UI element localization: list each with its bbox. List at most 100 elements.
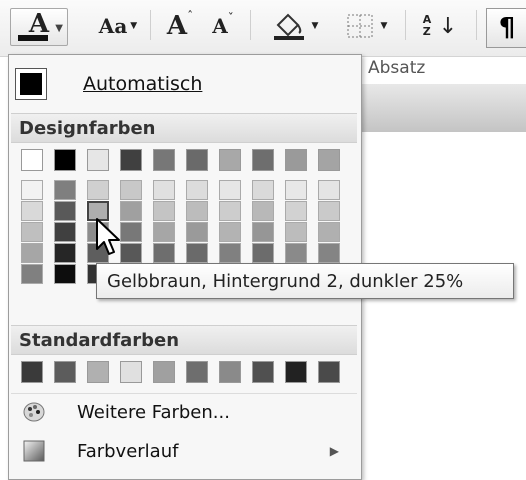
shade-swatch[interactable] [318,180,340,200]
theme-color-swatch[interactable] [285,149,307,171]
shade-swatch[interactable] [285,243,307,263]
border-button[interactable]: ▼ [336,8,396,44]
chevron-down-icon: ▼ [380,21,388,31]
grow-caret-icon: ˆ [187,9,194,23]
standard-color-swatch[interactable] [219,361,241,383]
standard-color-swatch[interactable] [186,361,208,383]
shade-swatch[interactable] [186,180,208,200]
shade-swatch[interactable] [219,222,241,242]
shade-swatch[interactable] [153,180,175,200]
show-formatting-button[interactable]: ¶ [486,8,526,48]
shade-swatch[interactable] [285,222,307,242]
standard-color-swatch[interactable] [153,361,175,383]
sort-arrow-icon: ↓ [438,13,458,39]
theme-colors-header: Designfarben [11,113,357,143]
shade-swatch[interactable] [21,264,43,284]
shade-swatch[interactable] [54,222,76,242]
pilcrow-icon: ¶ [498,13,516,43]
mouse-cursor-icon [96,218,120,255]
separator [150,10,151,40]
sort-button[interactable]: A Z ↓ [414,8,466,44]
ruler-band [360,84,526,132]
standard-color-swatch[interactable] [21,361,43,383]
shade-swatch[interactable] [219,243,241,263]
theme-color-swatch[interactable] [54,149,76,171]
separator [476,10,477,40]
shade-swatch[interactable] [54,243,76,263]
more-colors-label: Weitere Farben... [77,401,230,423]
automatic-swatch [15,68,47,100]
shade-swatch[interactable] [318,222,340,242]
separator [405,10,406,40]
shade-swatch[interactable] [219,201,241,221]
shade-swatch[interactable] [252,180,274,200]
theme-color-swatch[interactable] [87,149,109,171]
shrink-font-label: A [212,14,228,38]
shade-swatch[interactable] [153,222,175,242]
shade-swatch[interactable] [120,222,142,242]
separator [250,10,251,40]
shade-swatch[interactable] [21,201,43,221]
shade-swatch[interactable] [54,180,76,200]
grow-font-button[interactable]: A ˆ [162,8,198,44]
shade-swatch[interactable] [252,201,274,221]
shade-swatch[interactable] [54,264,76,284]
theme-color-swatch[interactable] [252,149,274,171]
theme-color-swatch[interactable] [219,149,241,171]
standard-color-swatch[interactable] [87,361,109,383]
shrink-font-button[interactable]: A ˇ [206,8,240,44]
shading-button[interactable]: ▼ [260,8,330,44]
tooltip-text: Gelbbraun, Hintergrund 2, dunkler 25% [107,270,464,292]
shade-swatch[interactable] [186,201,208,221]
shade-swatch[interactable] [285,180,307,200]
shade-swatch[interactable] [54,201,76,221]
shade-swatch[interactable] [186,222,208,242]
sort-label: A Z [422,13,432,38]
theme-color-swatch[interactable] [153,149,175,171]
shade-swatch[interactable] [120,180,142,200]
dropdown-arrow-icon[interactable]: ▼ [55,23,63,34]
shade-swatch[interactable] [21,222,43,242]
theme-color-swatch[interactable] [318,149,340,171]
more-colors-item[interactable]: Weitere Farben... [11,393,357,430]
standard-color-swatch[interactable] [252,361,274,383]
shade-swatch[interactable] [219,180,241,200]
standard-color-swatch[interactable] [318,361,340,383]
gradient-label: Farbverlauf [77,440,179,462]
standard-color-swatch[interactable] [120,361,142,383]
shrink-caret-icon: ˇ [227,11,234,25]
theme-colors-row [21,149,351,171]
automatic-label: Automatisch [83,73,202,95]
standard-color-swatch[interactable] [285,361,307,383]
paint-bucket-icon [273,13,304,40]
theme-color-swatch[interactable] [21,149,43,171]
shade-swatch[interactable] [252,222,274,242]
shade-swatch[interactable] [318,243,340,263]
shade-swatch[interactable] [87,180,109,200]
gradient-item[interactable]: Farbverlauf ▶ [11,433,357,469]
shade-swatch[interactable] [318,201,340,221]
shade-swatch[interactable] [186,243,208,263]
automatic-label-text: Automatisch [83,73,203,95]
shade-swatch[interactable] [285,201,307,221]
automatic-swatch-fill [20,73,42,95]
shade-swatch[interactable] [153,201,175,221]
shade-swatch[interactable] [153,243,175,263]
change-case-button[interactable]: Aa ▼ [92,8,144,44]
change-case-label: Aa [98,14,128,38]
shade-swatch[interactable] [21,243,43,263]
standard-colors-row [21,361,351,383]
shade-swatch[interactable] [120,243,142,263]
theme-color-swatch[interactable] [186,149,208,171]
font-color-button[interactable]: A ▼ [10,8,68,46]
automatic-color-item[interactable]: Automatisch [15,65,355,103]
color-tooltip: Gelbbraun, Hintergrund 2, dunkler 25% [96,263,514,299]
border-icon [347,14,373,38]
chevron-down-icon: ▼ [311,21,319,31]
theme-color-swatch[interactable] [120,149,142,171]
standard-color-swatch[interactable] [54,361,76,383]
shade-swatch[interactable] [252,243,274,263]
submenu-arrow-icon: ▶ [329,444,339,458]
shade-swatch[interactable] [120,201,142,221]
shade-swatch[interactable] [21,180,43,200]
